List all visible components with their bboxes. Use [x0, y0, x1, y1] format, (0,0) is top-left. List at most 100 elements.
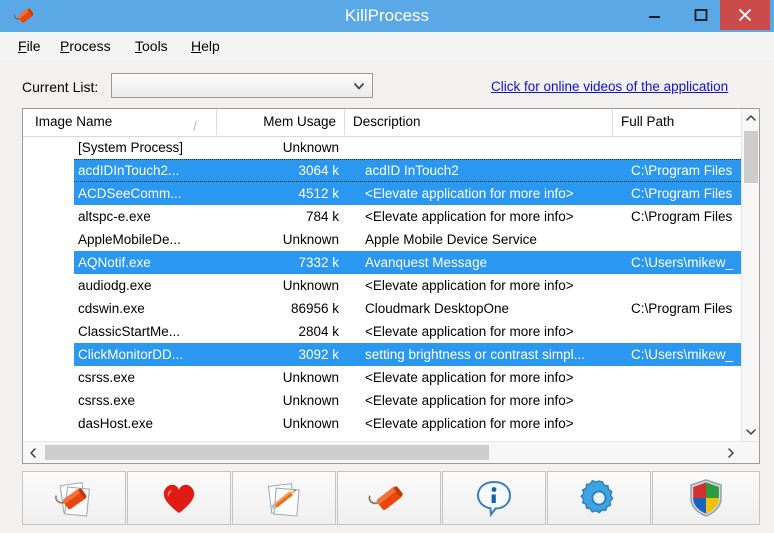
cell-description: [365, 136, 615, 159]
scroll-left-icon[interactable]: [23, 442, 43, 463]
online-videos-link[interactable]: Click for online videos of the applicati…: [491, 79, 728, 94]
cell-description: <Elevate application for more info>: [365, 278, 574, 293]
table-row[interactable]: audiodg.exe Unknown <Elevate application f…: [23, 274, 741, 297]
kill-process-button[interactable]: [337, 471, 441, 525]
cell-description: <Elevate application for more info>: [365, 186, 574, 201]
cell-full-path: C:\Program Files: [631, 186, 733, 201]
pencil-on-document-icon: [267, 483, 300, 517]
uac-shield-icon: [690, 479, 722, 517]
process-list[interactable]: Image Name / Mem Usage Description Full …: [22, 108, 760, 464]
current-list-combobox[interactable]: [111, 73, 373, 98]
favorites-button[interactable]: [127, 471, 231, 525]
cell-image-name: csrss.exe: [78, 370, 136, 385]
sort-indicator-icon: /: [193, 118, 197, 134]
cell-full-path: C:\Program Files: [631, 209, 733, 224]
cell-mem-usage: Unknown: [282, 232, 339, 247]
cell-mem-usage: 4512 k: [298, 186, 339, 201]
horizontal-scrollbar[interactable]: [23, 441, 759, 463]
menu-bar: File Process Tools Help: [0, 32, 774, 61]
bottom-toolbar: [22, 471, 760, 527]
cell-description: <Elevate application for more info>: [365, 393, 574, 408]
menu-file[interactable]: File: [10, 32, 49, 60]
current-list-label: Current List:: [22, 79, 99, 95]
cell-image-name: [System Process]: [78, 140, 184, 155]
table-row[interactable]: AQNotif.exe 7332 k Avanquest Message C:\Use…: [23, 251, 741, 274]
cell-full-path: [631, 389, 741, 412]
cell-mem-usage: 3092 k: [298, 347, 339, 362]
cell-full-path: [631, 320, 741, 343]
cell-description: <Elevate application for more info>: [365, 324, 574, 339]
cell-mem-usage: Unknown: [282, 393, 339, 408]
dynamite-icon: [368, 486, 403, 511]
cell-mem-usage: Unknown: [282, 370, 339, 385]
column-header-image-name[interactable]: Image Name /: [23, 109, 217, 135]
cell-full-path: C:\Users\mikew_: [631, 255, 734, 270]
cell-full-path: [631, 274, 741, 297]
table-row[interactable]: ACDSeeComm... 4512 k <Elevate application …: [23, 182, 741, 205]
cell-mem-usage: 86956 k: [290, 301, 339, 316]
cell-image-name: altspc-e.exe: [78, 209, 151, 224]
process-rows: [System Process] Unknown acdIDInTouch2... 3…: [23, 136, 741, 435]
table-row[interactable]: ClassicStartMe... 2804 k <Elevate applicat…: [23, 320, 741, 343]
table-row[interactable]: cdswin.exe 86956 k Cloudmark DesktopOne C:\…: [23, 297, 741, 320]
table-row[interactable]: AppleMobileDe... Unknown Apple Mobile Devi…: [23, 228, 741, 251]
cell-description: <Elevate application for more info>: [365, 370, 574, 385]
cell-full-path: C:\Users\mikew_: [631, 347, 734, 362]
cell-mem-usage: 7332 k: [298, 255, 339, 270]
minimize-button[interactable]: [632, 0, 678, 30]
menu-tools-mnemonic: T: [135, 38, 142, 54]
cell-image-name: cdswin.exe: [78, 301, 145, 316]
maximize-button[interactable]: [678, 0, 724, 30]
menu-tools-label: ools: [142, 38, 168, 54]
table-row[interactable]: ClickMonitorDD... 3092 k setting brightnes…: [23, 343, 741, 366]
cell-image-name: AQNotif.exe: [78, 255, 151, 270]
column-header-mem-usage[interactable]: Mem Usage: [217, 109, 345, 135]
table-row[interactable]: csrss.exe Unknown <Elevate application for…: [23, 366, 741, 389]
table-row[interactable]: csrss.exe Unknown <Elevate application for…: [23, 389, 741, 412]
cell-image-name: audiodg.exe: [78, 278, 152, 293]
elevate-shield-button[interactable]: [652, 471, 760, 525]
horizontal-scroll-thumb[interactable]: [45, 445, 489, 460]
table-row[interactable]: acdIDInTouch2... 3064 k acdID InTouch2 C:\P…: [23, 159, 741, 182]
cell-full-path: C:\Program Files: [631, 301, 733, 316]
chevron-down-icon: [352, 79, 366, 93]
column-header-full-path[interactable]: Full Path: [613, 109, 741, 135]
cell-mem-usage: 3064 k: [298, 163, 339, 178]
kill-process-list-button[interactable]: [22, 471, 126, 525]
scroll-down-icon[interactable]: [742, 423, 759, 441]
table-row[interactable]: [System Process] Unknown: [23, 136, 741, 159]
vertical-scrollbar[interactable]: [741, 109, 759, 463]
close-button[interactable]: [720, 0, 770, 30]
menu-help[interactable]: Help: [183, 32, 228, 60]
cell-mem-usage: Unknown: [282, 140, 339, 155]
column-header-description[interactable]: Description: [345, 109, 613, 135]
dynamite-on-documents-icon: [55, 482, 90, 517]
menu-help-label: elp: [201, 38, 220, 54]
cell-mem-usage: 2804 k: [298, 324, 339, 339]
menu-tools[interactable]: Tools: [127, 32, 176, 60]
cell-image-name: acdIDInTouch2...: [78, 163, 180, 178]
info-button[interactable]: [442, 471, 546, 525]
info-bubble-icon: [476, 480, 512, 518]
cell-description: setting brightness or contrast simpl...: [365, 347, 585, 362]
cell-image-name: ACDSeeComm...: [78, 186, 182, 201]
edit-list-button[interactable]: [232, 471, 336, 525]
cell-mem-usage: 784 k: [305, 209, 339, 224]
table-row[interactable]: altspc-e.exe 784 k <Elevate application fo…: [23, 205, 741, 228]
table-row[interactable]: dasHost.exe Unknown <Elevate application f…: [23, 412, 741, 435]
vertical-scroll-thumb[interactable]: [744, 131, 758, 183]
menu-file-label: ile: [26, 38, 41, 54]
scroll-up-icon[interactable]: [742, 109, 759, 127]
menu-file-mnemonic: F: [18, 38, 27, 54]
cell-full-path: [631, 136, 741, 159]
gear-icon: [580, 480, 614, 514]
cell-mem-usage: Unknown: [282, 278, 339, 293]
menu-help-mnemonic: H: [191, 38, 202, 54]
scroll-right-icon[interactable]: [721, 442, 741, 463]
red-heart-icon: [163, 484, 195, 513]
application-window: KillProcess File Process Tools Help Curr…: [0, 0, 774, 533]
cell-full-path: [631, 366, 741, 389]
menu-process[interactable]: Process: [52, 32, 119, 60]
settings-button[interactable]: [547, 471, 651, 525]
cell-description: Cloudmark DesktopOne: [365, 301, 510, 316]
